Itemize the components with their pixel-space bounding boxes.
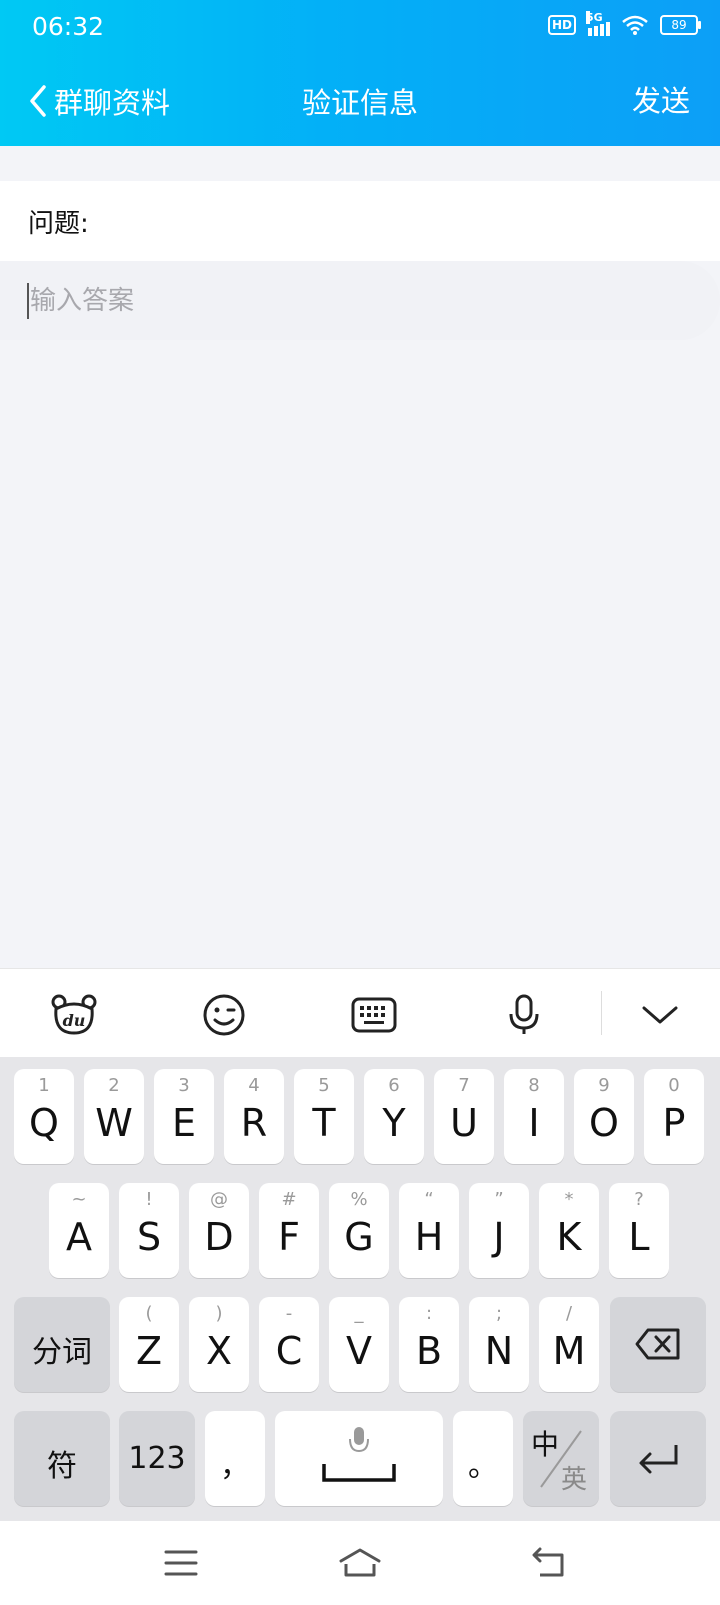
fenci-key[interactable]: 分词	[14, 1297, 110, 1392]
enter-icon	[639, 1445, 678, 1474]
number-key[interactable]: 123	[119, 1411, 195, 1506]
symbol-key[interactable]: 符	[14, 1411, 110, 1506]
period-key[interactable]: 。	[453, 1411, 513, 1506]
key-c[interactable]: -C	[259, 1297, 319, 1392]
key-i[interactable]: 8I	[504, 1069, 564, 1164]
enter-key[interactable]	[610, 1411, 706, 1506]
wifi-icon	[622, 15, 648, 35]
key-s[interactable]: ! S	[119, 1183, 179, 1278]
key-z[interactable]: (Z	[119, 1297, 179, 1392]
key-n[interactable]: ; N	[469, 1297, 529, 1392]
status-time: 06:32	[32, 12, 105, 41]
keyboard: 1Q 2W 3E 4R 5T 6Y 7U 8I 9O 0P ~ A ! S @ D #…	[0, 1057, 720, 1521]
key-h[interactable]: “H	[399, 1183, 459, 1278]
key-d[interactable]: @ D	[189, 1183, 249, 1278]
answer-field-container[interactable]	[0, 261, 720, 340]
key-o[interactable]: 9O	[574, 1069, 634, 1164]
key-a[interactable]: ~ A	[49, 1183, 109, 1278]
navigation-bar	[0, 1521, 720, 1605]
key-g[interactable]: % G	[329, 1183, 389, 1278]
space-bar-icon	[322, 1464, 396, 1482]
page-title: 验证信息	[301, 86, 418, 120]
du-logo-icon[interactable]: du	[46, 987, 102, 1043]
language-switch-key[interactable]: 中 英	[523, 1411, 599, 1506]
hd-icon: HD	[547, 15, 576, 35]
key-y[interactable]: 6Y	[364, 1069, 424, 1164]
signal-icon: 5G	[586, 11, 610, 36]
key-x[interactable]: ) X	[189, 1297, 249, 1392]
key-m[interactable]: / M	[539, 1297, 599, 1392]
key-q[interactable]: 1Q	[14, 1069, 74, 1164]
answer-input[interactable]	[28, 277, 692, 325]
menu-icon[interactable]	[164, 1549, 198, 1577]
key-w[interactable]: 2W	[84, 1069, 144, 1164]
key-f[interactable]: # F	[259, 1183, 319, 1278]
key-l[interactable]: ? L	[609, 1183, 669, 1278]
back-icon[interactable]	[530, 1547, 568, 1579]
keyboard-icon[interactable]	[346, 987, 402, 1043]
status-icons: HD 5G 89	[547, 11, 701, 36]
lang-secondary: 英	[561, 1465, 588, 1495]
microphone-small-icon	[349, 1427, 369, 1453]
key-t[interactable]: 5T	[294, 1069, 354, 1164]
key-e[interactable]: 3E	[154, 1069, 214, 1164]
key-v[interactable]: _ V	[329, 1297, 389, 1392]
battery-icon: 89	[660, 15, 701, 35]
key-k[interactable]: * K	[539, 1183, 599, 1278]
question-row: 问题:	[0, 181, 720, 261]
toolbar-divider	[601, 991, 602, 1035]
backspace-icon	[635, 1328, 680, 1360]
space-key[interactable]	[275, 1411, 443, 1506]
keyboard-toolbar: du	[0, 968, 720, 1058]
key-u[interactable]: 7U	[434, 1069, 494, 1164]
chevron-down-icon[interactable]	[632, 987, 688, 1043]
home-icon[interactable]	[338, 1547, 382, 1579]
send-button[interactable]: 发送	[632, 78, 690, 120]
question-label: 问题:	[28, 209, 89, 239]
comma-key[interactable]: ，	[205, 1411, 265, 1506]
microphone-icon[interactable]	[496, 987, 552, 1043]
key-j[interactable]: ” J	[469, 1183, 529, 1278]
emoji-icon[interactable]	[196, 987, 252, 1043]
key-r[interactable]: 4R	[224, 1069, 284, 1164]
svg-text:du: du	[63, 1011, 86, 1030]
key-p[interactable]: 0P	[644, 1069, 704, 1164]
backspace-key[interactable]	[610, 1297, 706, 1392]
header-bar: 06:32 HD 5G 89 群聊资料 验证信息 发送	[0, 0, 720, 146]
key-b[interactable]: :B	[399, 1297, 459, 1392]
